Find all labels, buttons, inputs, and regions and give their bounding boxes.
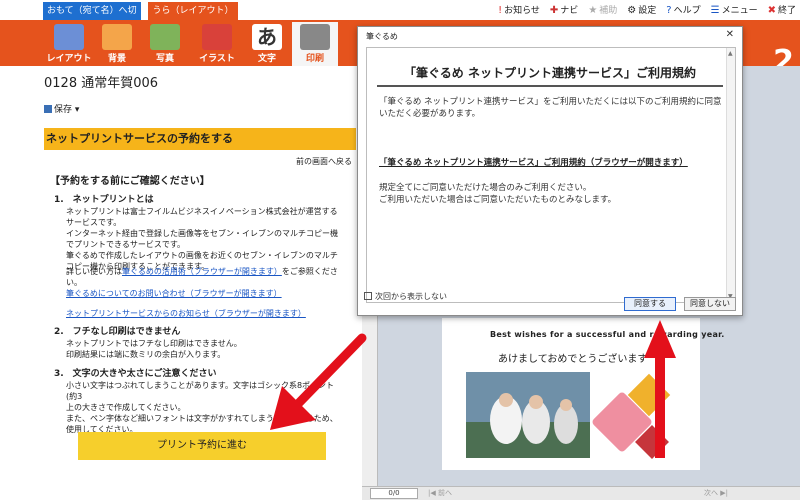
tab-back-label: うら（レイアウト） xyxy=(152,6,234,16)
top-menu: ! お知らせ ✚ ナビ ★ 補助 ⚙ 設定 ? ヘルプ ☰ メニュー ✖ 終了 xyxy=(498,3,796,17)
terms-dialog: 筆ぐるめ ✕ 「筆ぐるめ ネットプリント連携サービス」ご利用規約 「筆ぐるめ ネ… xyxy=(357,26,743,316)
menu-assist[interactable]: ★ 補助 xyxy=(588,3,617,17)
text-icon: あ xyxy=(252,24,282,50)
navi-icon: ✚ xyxy=(549,5,559,16)
menu-menu[interactable]: ☰ メニュー xyxy=(711,3,758,17)
disagree-button[interactable]: 同意しない xyxy=(684,297,736,311)
menu-exit-label: 終了 xyxy=(777,6,796,16)
print-icon xyxy=(300,24,330,50)
right-red-arrow xyxy=(644,320,676,458)
tab-back-layout[interactable]: うら（レイアウト） xyxy=(148,2,238,20)
tab-front-address[interactable]: おもて（宛て名）へ切替 xyxy=(43,2,141,34)
dialog-close-icon[interactable]: ✕ xyxy=(726,29,734,40)
tool-text-label: 文字 xyxy=(257,54,276,64)
tool-photo-label: 写真 xyxy=(155,54,174,64)
agree-button[interactable]: 同意する xyxy=(624,297,676,311)
tool-print[interactable]: 印刷 xyxy=(292,22,338,66)
save-button[interactable]: 保存 ▾ xyxy=(44,102,79,115)
tab-strip: おもて（宛て名）へ切替 うら（レイアウト） !お知らせ ✚ナビ ★補助 ⚙設定 … xyxy=(0,0,800,34)
usage-guide-link[interactable]: 筆ぐるめの活用術（ブラウザーが開きます） xyxy=(122,267,282,276)
card-photo xyxy=(466,372,590,458)
help-icon: ? xyxy=(666,5,672,16)
wedding-photo-image xyxy=(466,372,590,458)
document-name: 0128 通常年賀006 xyxy=(44,76,159,91)
scroll-up-icon[interactable]: ▲ xyxy=(728,50,733,57)
item1-title: 1. ネットプリントとは xyxy=(54,195,154,205)
item1-detail-prefix: 詳しい使い方は xyxy=(66,267,122,276)
dialog-notice2: ご利用いただいた場合はご同意いただいたものとみなします。 xyxy=(379,195,617,205)
tool-text[interactable]: あ 文字 xyxy=(244,22,290,66)
item3-title: 3. 文字の大きや太さにご注意ください xyxy=(54,369,217,379)
layout-icon xyxy=(54,24,84,50)
menu-notice[interactable]: ! お知らせ xyxy=(498,3,540,17)
menu-menu-label: メニュー xyxy=(721,6,758,16)
section-title: ネットプリントサービスの予約をする xyxy=(44,128,356,150)
checkbox-box[interactable] xyxy=(364,292,372,300)
menu-help-label: ヘルプ xyxy=(673,6,701,16)
menu-navi[interactable]: ✚ ナビ xyxy=(550,3,578,17)
dialog-scrollbar[interactable]: ▲ ▼ xyxy=(726,48,735,302)
menu-exit[interactable]: ✖ 終了 xyxy=(768,3,796,17)
menu-settings[interactable]: ⚙ 設定 xyxy=(627,3,656,17)
menu-icon: ☰ xyxy=(710,5,720,16)
tool-background[interactable]: 背景 xyxy=(94,22,140,66)
menu-help[interactable]: ? ヘルプ xyxy=(666,3,700,17)
confirm-title: 【予約をする前にご確認ください】 xyxy=(50,176,210,187)
menu-navi-label: ナビ xyxy=(560,6,579,16)
star-icon: ★ xyxy=(588,5,598,16)
notice-link[interactable]: ネットプリントサービスからのお知らせ（ブラウザーが開きます） xyxy=(66,308,306,319)
dont-show-checkbox[interactable]: 次回から表示しない xyxy=(364,291,447,302)
item2-title: 2. フチなし印刷はできません xyxy=(54,327,181,337)
terms-link[interactable]: 「筆ぐるめ ネットプリント連携サービス」ご利用規約（ブラウザーが開きます） xyxy=(379,156,688,168)
tool-layout-label: レイアウト xyxy=(46,54,92,64)
page-indicator: 0/0 xyxy=(370,488,418,499)
notice-icon: ! xyxy=(498,5,503,16)
app-window: おもて（宛て名）へ切替 うら（レイアウト） !お知らせ ✚ナビ ★補助 ⚙設定 … xyxy=(0,0,800,500)
tool-illustration[interactable]: イラスト xyxy=(194,22,240,66)
inquiry-link[interactable]: 筆ぐるめについてのお問い合わせ（ブラウザーが開きます） xyxy=(66,288,282,299)
checkbox-label: 次回から表示しない xyxy=(375,292,447,301)
card-japanese-text: あけましておめでとうございます xyxy=(498,354,648,365)
tool-layout[interactable]: レイアウト xyxy=(46,22,92,66)
item1-body: ネットプリントは富士フイルムビジネスイノベーション株式会社が運営するサービスです… xyxy=(66,207,338,271)
menu-assist-label: 補助 xyxy=(599,6,618,16)
save-label: 保存 xyxy=(54,105,73,115)
illustration-icon xyxy=(202,24,232,50)
next-page-button[interactable]: 次へ ▶| xyxy=(704,488,728,499)
left-red-arrow xyxy=(270,333,367,430)
close-icon: ✖ xyxy=(767,5,776,16)
dialog-content: 「筆ぐるめ ネットプリント連携サービス」ご利用規約 「筆ぐるめ ネットプリント連… xyxy=(366,47,736,303)
background-icon xyxy=(102,24,132,50)
menu-notice-label: お知らせ xyxy=(504,6,540,16)
dialog-intro: 「筆ぐるめ ネットプリント連携サービス」をご利用いただくには以下のご利用規約に同… xyxy=(379,97,722,119)
back-link[interactable]: 前の画面へ戻る xyxy=(296,156,352,167)
menu-settings-label: 設定 xyxy=(638,6,657,16)
card-english-text: Best wishes for a successful and rewardi… xyxy=(490,330,725,339)
gear-icon: ⚙ xyxy=(627,5,637,16)
disk-icon xyxy=(44,105,52,113)
prev-page-button[interactable]: |◀ 前へ xyxy=(428,488,452,499)
tool-photo[interactable]: 写真 xyxy=(142,22,188,66)
tool-illustration-label: イラスト xyxy=(199,54,235,64)
dialog-title: 筆ぐるめ xyxy=(366,32,398,41)
tool-print-label: 印刷 xyxy=(305,54,324,64)
item1-detail: 詳しい使い方は筆ぐるめの活用術（ブラウザーが開きます）をご参照ください。 xyxy=(66,266,342,288)
dialog-notice1: 規定全てにご同意いただけた場合のみご利用ください。 xyxy=(379,183,592,193)
photo-icon xyxy=(150,24,180,50)
tool-background-label: 背景 xyxy=(107,54,126,64)
dialog-heading: 「筆ぐるめ ネットプリント連携サービス」ご利用規約 xyxy=(377,64,723,87)
